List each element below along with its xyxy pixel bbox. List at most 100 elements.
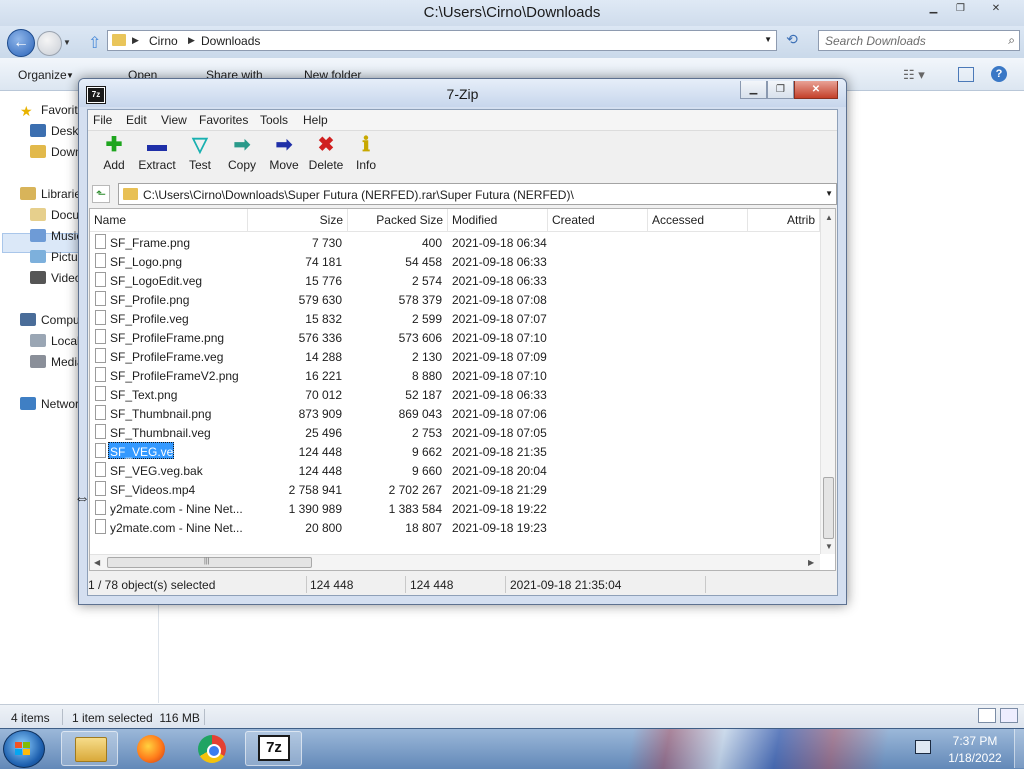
7zip-title: 7-Zip — [446, 86, 479, 102]
selection-info: 1 item selected 116 MB — [72, 711, 200, 725]
scroll-left-icon[interactable]: ◀ — [94, 558, 100, 567]
column-header-packed-size[interactable]: Packed Size — [348, 209, 448, 231]
table-row[interactable]: SF_VEG.veg.bak 124 448 9 660 2021-09-18 20:… — [90, 461, 820, 480]
organize-button[interactable]: Organize — [18, 68, 67, 82]
table-row[interactable]: y2mate.com - Nine Net... 20 800 18 807 2021… — [90, 518, 820, 537]
breadcrumb-downloads[interactable]: Downloads — [201, 34, 260, 48]
horizontal-scroll-thumb[interactable]: ||| — [107, 557, 312, 568]
search-icon[interactable]: ⌕ — [1008, 33, 1015, 48]
cell-modified: 2021-09-18 06:33 — [452, 388, 547, 402]
explorer-minimize-button[interactable]: ▁ — [920, 0, 947, 18]
7zip-window: 7z 7-Zip ▁ ❐ ✕ File Edit View Favorites … — [78, 78, 847, 605]
chevron-right-icon[interactable]: ▶ — [188, 35, 195, 46]
menu-favorites[interactable]: Favorites — [199, 113, 248, 127]
column-header-size[interactable]: Size — [248, 209, 348, 231]
show-desktop-button[interactable] — [1014, 729, 1024, 768]
scroll-up-icon[interactable]: ▲ — [825, 213, 833, 222]
forward-button[interactable] — [37, 31, 62, 56]
table-row[interactable]: SF_Text.png 70 012 52 187 2021-09-18 06:33 — [90, 385, 820, 404]
status-divider — [306, 576, 307, 593]
tool-copy-button[interactable]: ➡ Copy — [220, 133, 264, 172]
nav-media[interactable]: Media — [30, 355, 84, 369]
table-row[interactable]: SF_ProfileFrameV2.png 16 221 8 880 2021-09-… — [90, 366, 820, 385]
table-row[interactable]: SF_Thumbnail.png 873 909 869 043 2021-09-18… — [90, 404, 820, 423]
menu-view[interactable]: View — [161, 113, 187, 127]
nav-music[interactable]: Music — [30, 229, 82, 243]
7zip-titlebar[interactable]: 7z 7-Zip ▁ ❐ ✕ — [79, 79, 846, 107]
tool-add-button[interactable]: ✚ Add — [92, 133, 136, 172]
cell-size: 124 448 — [298, 445, 342, 459]
chevron-right-icon[interactable]: ▶ — [132, 35, 139, 46]
horizontal-scrollbar[interactable]: ◀ ||| ▶ — [90, 554, 820, 570]
cell-modified: 2021-09-18 07:10 — [452, 369, 547, 383]
chevron-down-icon[interactable]: ▼ — [825, 189, 833, 198]
move-icon: ➡ — [275, 134, 293, 156]
chevron-down-icon[interactable]: ▼ — [764, 35, 772, 44]
table-row[interactable]: SF_Videos.mp4 2 758 941 2 702 267 2021-09-1… — [90, 480, 820, 499]
cell-modified: 2021-09-18 07:06 — [452, 407, 547, 421]
large-icons-view-icon[interactable] — [1000, 708, 1018, 723]
change-view-icon[interactable]: ☷ ▾ — [903, 67, 925, 83]
scroll-down-icon[interactable]: ▼ — [825, 542, 833, 551]
table-row[interactable]: SF_LogoEdit.veg 15 776 2 574 2021-09-18 06:… — [90, 271, 820, 290]
vertical-scrollbar[interactable]: ▲ ▼ — [820, 209, 835, 554]
table-row[interactable]: SF_ProfileFrame.png 576 336 573 606 2021-09… — [90, 328, 820, 347]
network-tray-icon[interactable] — [915, 740, 931, 754]
column-header-modified[interactable]: Modified — [448, 209, 548, 231]
parent-folder-icon[interactable]: ⬑ — [92, 185, 110, 203]
table-row[interactable]: SF_VEG.veg 124 448 9 662 2021-09-18 21:35 — [90, 442, 820, 461]
scroll-right-icon[interactable]: ▶ — [808, 558, 814, 567]
menu-edit[interactable]: Edit — [126, 113, 147, 127]
star-icon: ★ — [20, 103, 33, 119]
search-input[interactable]: Search Downloads ⌕ — [818, 30, 1020, 51]
help-icon[interactable]: ? — [991, 66, 1007, 82]
clock-time[interactable]: 7:37 PM — [940, 734, 1010, 748]
menu-help[interactable]: Help — [303, 113, 328, 127]
cell-name: y2mate.com - Nine Net... — [110, 502, 243, 516]
file-icon — [95, 310, 106, 325]
breadcrumb-cirno[interactable]: Cirno — [149, 34, 178, 48]
column-header-accessed[interactable]: Accessed — [648, 209, 748, 231]
column-header-created[interactable]: Created — [548, 209, 648, 231]
table-row[interactable]: SF_Thumbnail.veg 25 496 2 753 2021-09-18 07… — [90, 423, 820, 442]
7zip-maximize-button[interactable]: ❐ — [767, 81, 794, 99]
explorer-maximize-button[interactable]: ❐ — [947, 0, 974, 18]
file-list[interactable]: Name Size Packed Size Modified Created Access… — [89, 208, 836, 571]
item-count: 4 items — [11, 711, 50, 725]
table-row[interactable]: SF_ProfileFrame.veg 14 288 2 130 2021-09-18… — [90, 347, 820, 366]
vertical-scroll-thumb[interactable] — [823, 477, 834, 539]
back-button[interactable]: ← — [7, 29, 35, 57]
tool-extract-button[interactable]: ▬ Extract — [135, 133, 179, 172]
grip-icon: ||| — [204, 558, 210, 565]
7zip-minimize-button[interactable]: ▁ — [740, 81, 767, 99]
table-row[interactable]: SF_Profile.veg 15 832 2 599 2021-09-18 07:0… — [90, 309, 820, 328]
7zip-close-button[interactable]: ✕ — [794, 81, 838, 99]
explorer-close-button[interactable]: ✕ — [974, 0, 1018, 18]
menu-tools[interactable]: Tools — [260, 113, 288, 127]
explorer-address-bar[interactable]: ▶ Cirno ▶ Downloads ▼ — [107, 30, 777, 51]
path-input[interactable]: C:\Users\Cirno\Downloads\Super Futura (N… — [118, 183, 837, 205]
column-header-name[interactable]: Name — [90, 209, 248, 231]
tool-move-button[interactable]: ➡ Move — [262, 133, 306, 172]
table-row[interactable]: SF_Logo.png 74 181 54 458 2021-09-18 06:33 — [90, 252, 820, 271]
column-header-attrib[interactable]: Attrib — [748, 209, 820, 231]
cell-packed: 578 379 — [398, 293, 442, 307]
nav-network[interactable]: Network — [20, 397, 85, 411]
table-row[interactable]: y2mate.com - Nine Net... 1 390 989 1 383 5… — [90, 499, 820, 518]
up-arrow-icon[interactable]: ⇧ — [88, 33, 101, 53]
table-row[interactable]: SF_Profile.png 579 630 578 379 2021-09-18 0… — [90, 290, 820, 309]
clock-date[interactable]: 1/18/2022 — [940, 751, 1010, 765]
refresh-icon[interactable]: ⟲ — [781, 31, 803, 51]
preview-pane-icon[interactable] — [958, 67, 974, 82]
explorer-titlebar[interactable]: C:\Users\Cirno\Downloads ▁ ❐ ✕ — [0, 0, 1024, 26]
nav-libraries[interactable]: Libraries — [20, 187, 87, 201]
tool-test-button[interactable]: ▽ Test — [178, 133, 222, 172]
drive-icon — [30, 334, 46, 347]
table-row[interactable]: SF_Frame.png 7 730 400 2021-09-18 06:34 — [90, 233, 820, 252]
chevron-down-icon[interactable]: ▼ — [66, 71, 74, 80]
menu-file[interactable]: File — [93, 113, 112, 127]
tool-delete-button[interactable]: ✖ Delete — [304, 133, 348, 172]
tool-info-button[interactable]: ℹ Info — [344, 133, 388, 172]
history-dropdown-icon[interactable]: ▼ — [63, 38, 71, 47]
details-view-icon[interactable] — [978, 708, 996, 723]
